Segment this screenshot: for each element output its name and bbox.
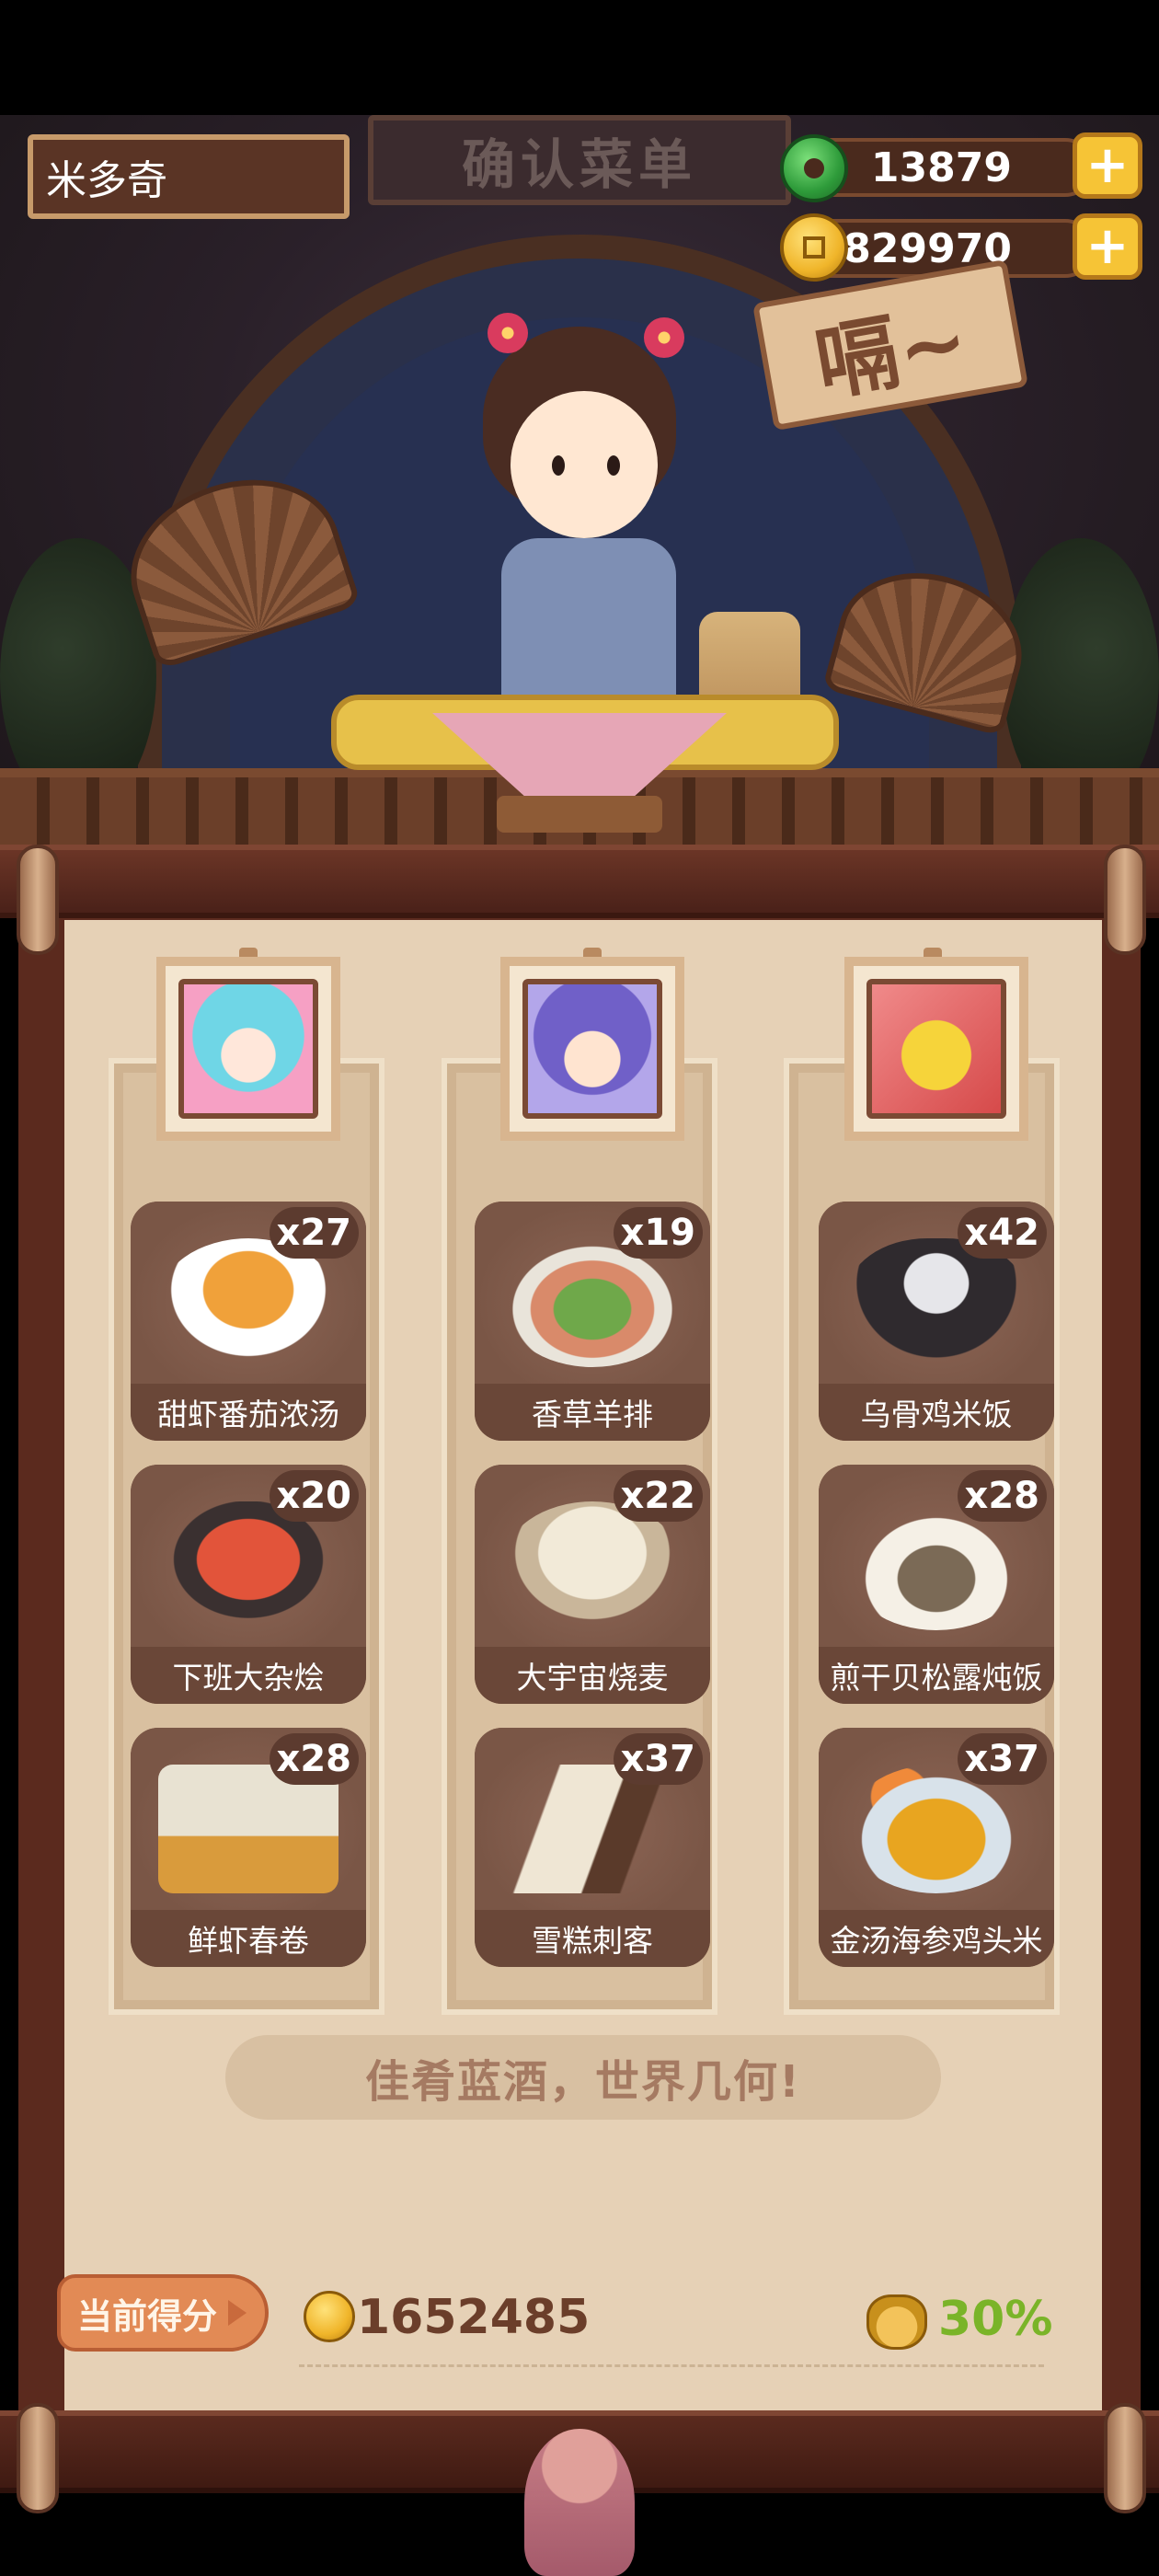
guest-avatar-icon bbox=[866, 979, 1006, 1119]
dish-name: 煎干贝松露炖饭 bbox=[819, 1647, 1054, 1704]
dish-name: 金汤海参鸡头米 bbox=[819, 1910, 1054, 1967]
dish-card[interactable]: x27 甜虾番茄浓汤 bbox=[131, 1202, 366, 1441]
scroll-knob-right-top bbox=[1104, 845, 1146, 955]
menu-slogan: 佳肴蓝酒，世界几何! bbox=[225, 2035, 941, 2120]
menu-sign-title: 确认菜单 bbox=[368, 115, 791, 205]
add-coin-button[interactable]: + bbox=[1073, 213, 1142, 280]
guest-portrait-3[interactable] bbox=[844, 957, 1028, 1141]
dish-count: x27 bbox=[269, 1207, 359, 1259]
dish-card[interactable]: x37 金汤海参鸡头米 bbox=[819, 1728, 1054, 1967]
dish-count: x20 bbox=[269, 1470, 359, 1522]
scroll-knob-left-top bbox=[17, 845, 59, 955]
dish-card[interactable]: x22 大宇宙烧麦 bbox=[475, 1465, 710, 1704]
dish-card[interactable]: x37 雪糕刺客 bbox=[475, 1728, 710, 1967]
dish-count: x28 bbox=[269, 1733, 359, 1785]
top-status-band bbox=[0, 0, 1159, 115]
play-arrow-icon bbox=[228, 2300, 247, 2326]
hair-flower-icon bbox=[644, 317, 684, 358]
dish-card[interactable]: x20 下班大杂烩 bbox=[131, 1465, 366, 1704]
bonus-percent: 30% bbox=[938, 2292, 1053, 2347]
dish-count: x22 bbox=[613, 1470, 703, 1522]
chef-eye-right bbox=[607, 455, 620, 476]
dish-name: 下班大杂烩 bbox=[131, 1647, 366, 1704]
dish-name: 乌骨鸡米饭 bbox=[819, 1384, 1054, 1441]
guest-portrait-1[interactable] bbox=[156, 957, 340, 1141]
guest-avatar-icon bbox=[522, 979, 662, 1119]
dish-count: x28 bbox=[957, 1470, 1047, 1522]
dish-count: x37 bbox=[613, 1733, 703, 1785]
dish-card[interactable]: x28 鲜虾春卷 bbox=[131, 1728, 366, 1967]
score-value: 1652485 bbox=[357, 2290, 591, 2345]
chef-face bbox=[511, 391, 658, 538]
score-divider bbox=[299, 2364, 1044, 2367]
scroll-rod-top bbox=[0, 845, 1159, 918]
jade-icon-hole bbox=[804, 158, 824, 178]
counter-base bbox=[497, 796, 662, 833]
chef-eye-left bbox=[552, 455, 565, 476]
dish-card[interactable]: x19 香草羊排 bbox=[475, 1202, 710, 1441]
bonus-pot-icon bbox=[866, 2294, 927, 2350]
plus-icon: + bbox=[1085, 216, 1130, 276]
dish-name: 大宇宙烧麦 bbox=[475, 1647, 710, 1704]
chef-body bbox=[501, 538, 676, 704]
coin-icon-hole bbox=[803, 236, 825, 259]
player-name[interactable]: 米多奇 bbox=[28, 134, 350, 219]
guest-portrait-2[interactable] bbox=[500, 957, 684, 1141]
current-score-label: 当前得分 bbox=[77, 2295, 218, 2337]
dish-count: x37 bbox=[957, 1733, 1047, 1785]
dish-name: 雪糕刺客 bbox=[475, 1910, 710, 1967]
plus-icon: + bbox=[1085, 135, 1130, 195]
scroll-knob-left-bottom bbox=[17, 2403, 59, 2513]
dish-name: 甜虾番茄浓汤 bbox=[131, 1384, 366, 1441]
dish-count: x19 bbox=[613, 1207, 703, 1259]
dish-card[interactable]: x42 乌骨鸡米饭 bbox=[819, 1202, 1054, 1441]
add-jade-button[interactable]: + bbox=[1073, 132, 1142, 199]
dish-card[interactable]: x28 煎干贝松露炖饭 bbox=[819, 1465, 1054, 1704]
score-coin-icon bbox=[304, 2291, 355, 2342]
dish-name: 鲜虾春卷 bbox=[131, 1910, 366, 1967]
dish-count: x42 bbox=[957, 1207, 1047, 1259]
scroll-knob-right-bottom bbox=[1104, 2403, 1146, 2513]
guest-avatar-icon bbox=[178, 979, 318, 1119]
scroll-tassel bbox=[524, 2429, 635, 2576]
dish-name: 香草羊排 bbox=[475, 1384, 710, 1441]
hair-flower-icon bbox=[488, 313, 528, 353]
